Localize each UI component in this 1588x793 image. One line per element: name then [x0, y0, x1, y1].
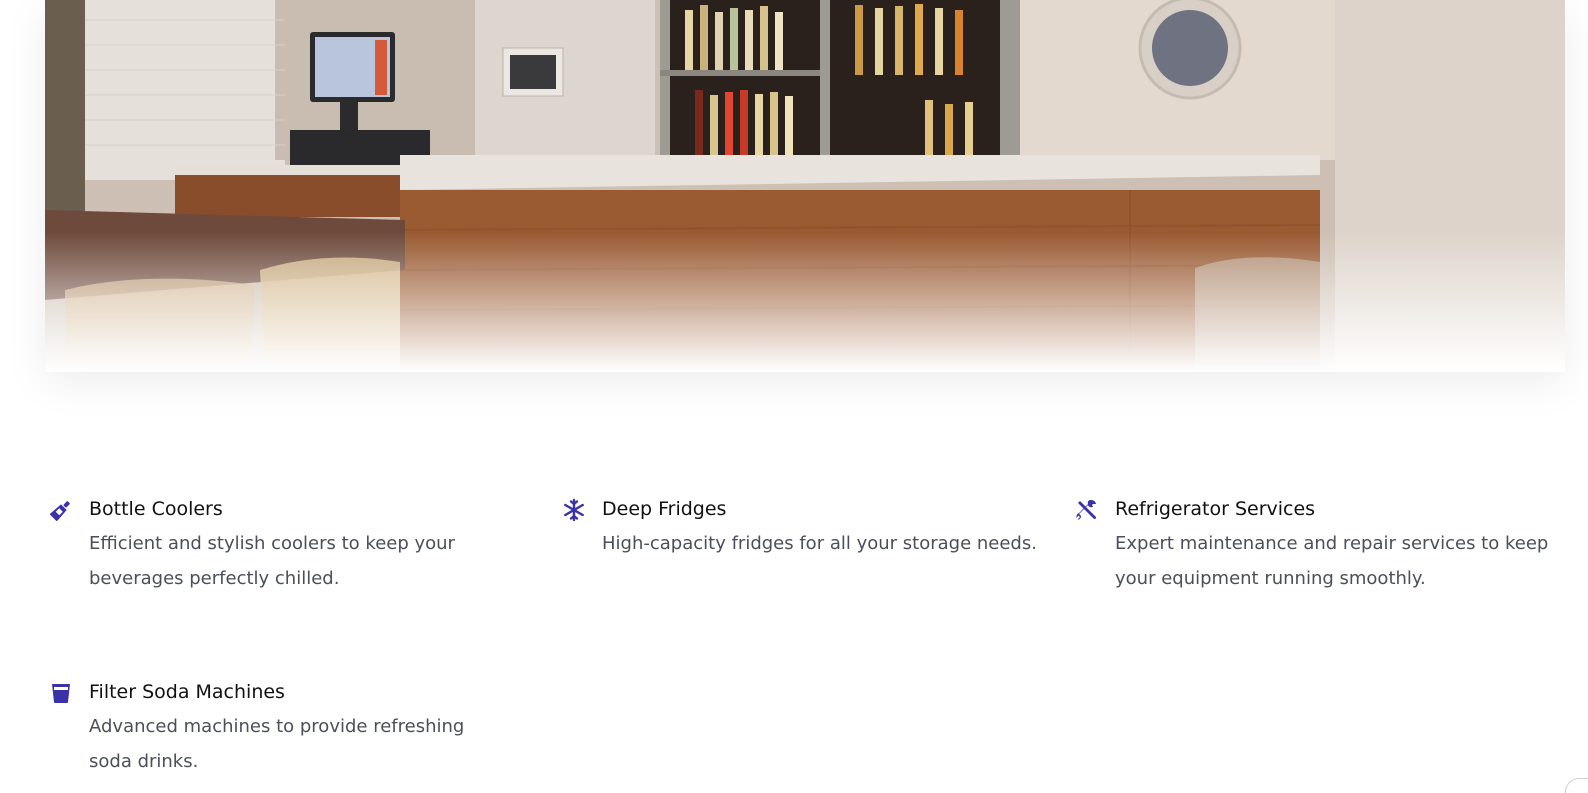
glass-icon: [49, 681, 73, 705]
bar-counter-photo: [45, 0, 1565, 372]
feature-description: Expert maintenance and repair services t…: [1115, 533, 1549, 589]
tools-icon: [1075, 498, 1099, 522]
scroll-to-top-button[interactable]: [1565, 778, 1588, 793]
feature-description: High-capacity fridges for all your stora…: [602, 533, 1037, 554]
feature-description: Efficient and stylish coolers to keep yo…: [89, 533, 455, 589]
bottle-icon: [49, 498, 73, 522]
feature-title: Deep Fridges: [602, 498, 727, 520]
feature-title: Filter Soda Machines: [89, 681, 285, 703]
feature-description: Advanced machines to provide refreshing …: [89, 716, 465, 772]
feature-title: Refrigerator Services: [1115, 498, 1316, 520]
snowflake-icon: [562, 498, 586, 522]
hero-image: [45, 0, 1565, 372]
feature-title: Bottle Coolers: [89, 498, 223, 520]
